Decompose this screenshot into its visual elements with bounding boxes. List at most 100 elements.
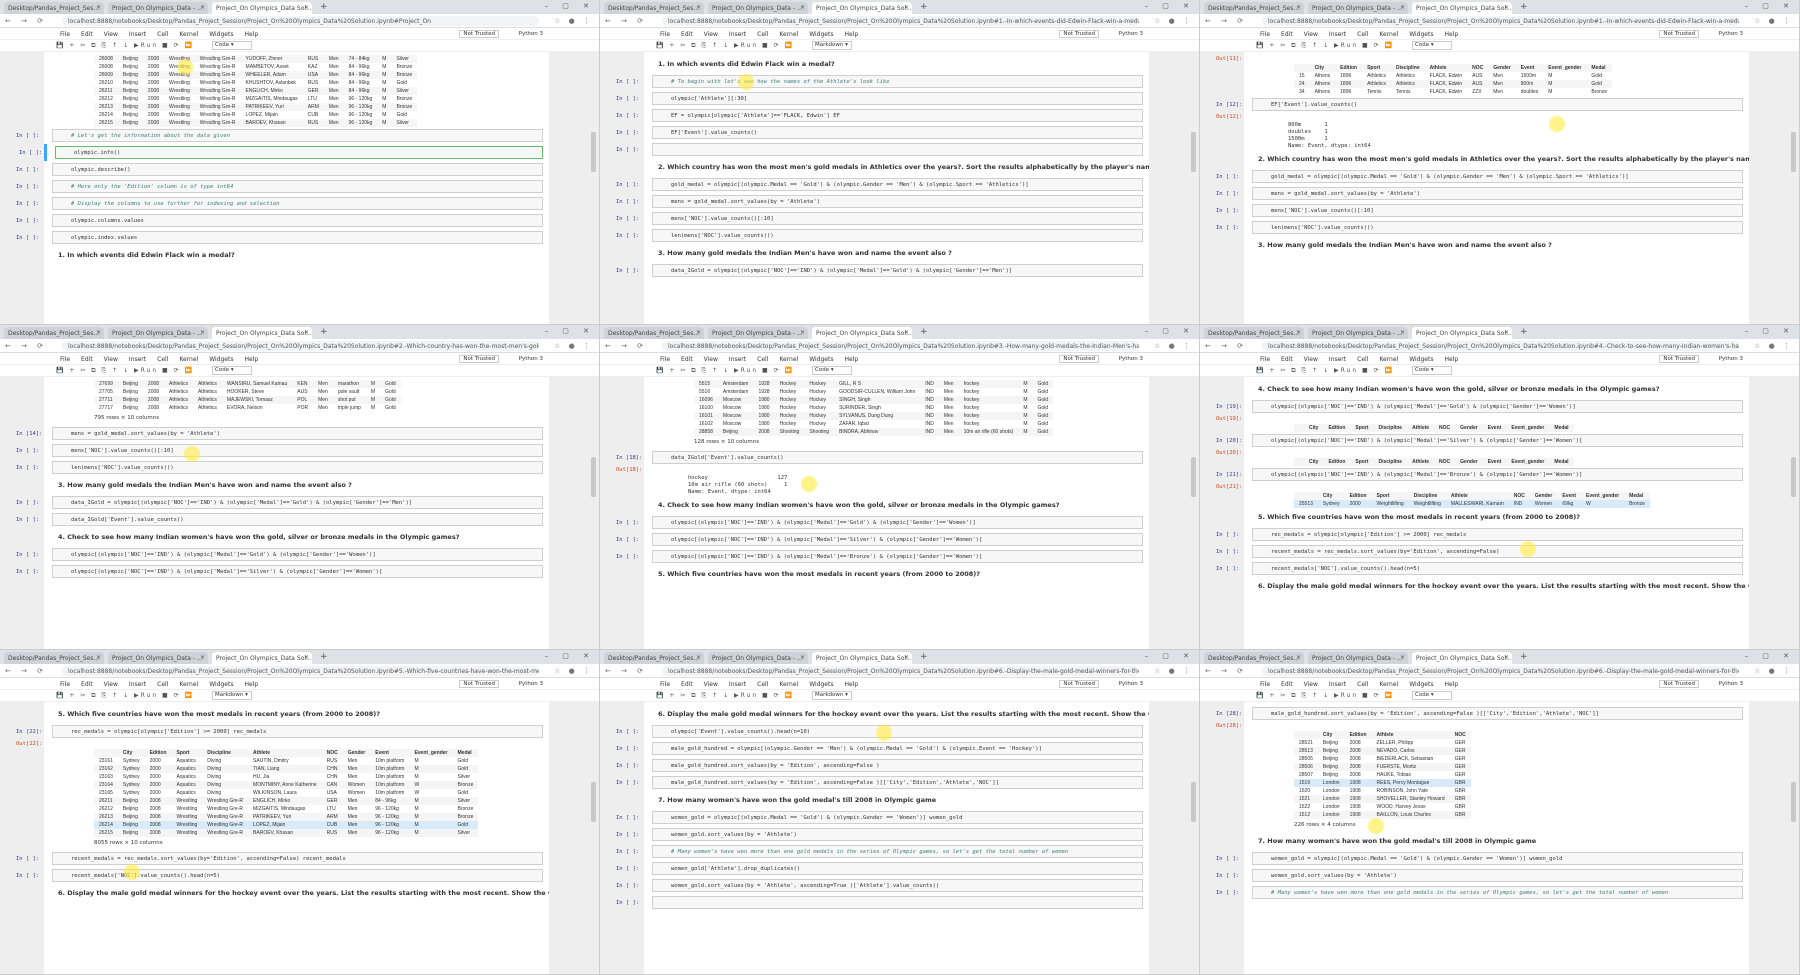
code-cell[interactable]: In [ ]: olympic.describe() — [16, 161, 549, 178]
toolbar-buttons[interactable]: 💾 + ✂ ⧉ ⎘ ↑ ↓ ▶Run ■ ⟳ ⏩ — [656, 367, 794, 375]
code-input[interactable]: # Many women's have won more than one go… — [652, 845, 1143, 858]
menu-item[interactable]: Insert — [729, 31, 746, 38]
menu-item[interactable]: Kernel — [779, 31, 798, 38]
nav-buttons-icon[interactable]: ← → ⟳ — [5, 667, 47, 675]
scrollbar[interactable] — [591, 457, 596, 497]
code-input[interactable]: women_gold.sort_values(by = 'Athlete') — [1252, 869, 1743, 882]
close-icon[interactable]: × — [1504, 329, 1509, 336]
code-input[interactable]: gold_medal = olympic[(olympic.Medal == '… — [652, 178, 1143, 191]
code-cell[interactable]: In [ ]: len(mens['NOC'].value_counts()) — [1216, 219, 1749, 236]
menu-item[interactable]: Help — [1444, 681, 1458, 688]
trusted-badge[interactable]: Not Trusted — [459, 680, 499, 688]
menu-item[interactable]: Edit — [81, 31, 93, 38]
code-cell[interactable]: In [20]: olympic[(olympic['NOC']=='IND') … — [1216, 432, 1749, 449]
menu-item[interactable]: Edit — [81, 356, 93, 363]
close-icon[interactable]: × — [800, 4, 805, 11]
code-cell[interactable]: In [ ]: # Many women's have won more than… — [616, 843, 1149, 860]
new-tab-icon[interactable]: + — [1520, 2, 1528, 12]
new-tab-icon[interactable]: + — [320, 652, 328, 662]
browser-tab[interactable]: Project_On Olympics_Data - ... × — [108, 2, 208, 14]
menu-item[interactable]: View — [104, 31, 118, 38]
menu-item[interactable]: File — [60, 31, 70, 38]
new-tab-icon[interactable]: + — [320, 327, 328, 337]
trusted-badge[interactable]: Not Trusted — [1059, 680, 1099, 688]
browser-tab[interactable]: Project_On Olympics_Data Sol... × — [212, 327, 312, 339]
code-input[interactable]: olympic['Event'].value_counts().head(n=1… — [652, 725, 1143, 738]
code-input[interactable]: recent_medals = rec_medals.sort_values(b… — [52, 852, 543, 865]
extension-icons[interactable]: ☆ ● ⋮ — [1154, 342, 1193, 350]
code-cell[interactable]: In [ ]: male_gold_hundred.sort_values(by … — [616, 757, 1149, 774]
cell-type-select[interactable]: Markdown ▾ — [212, 691, 252, 700]
menu-item[interactable]: File — [1260, 356, 1270, 363]
code-input[interactable]: # To begin with let's see how the names … — [652, 75, 1143, 88]
code-cell[interactable]: In [22]: rec_medals = olympic[olympic['Ed… — [16, 723, 549, 740]
code-cell[interactable]: In [18]: data_IGold['Event'].value_counts… — [616, 449, 1149, 466]
close-icon[interactable]: × — [1296, 654, 1301, 661]
code-input[interactable]: male_gold_hundred = olympic[(olympic.Gen… — [652, 742, 1143, 755]
code-input[interactable]: mens['NOC'].value_counts()[:10] — [652, 212, 1143, 225]
menu-item[interactable]: View — [1304, 31, 1318, 38]
menu-item[interactable]: Help — [844, 31, 858, 38]
toolbar-buttons[interactable]: 💾 + ✂ ⧉ ⎘ ↑ ↓ ▶Run ■ ⟳ ⏩ — [56, 692, 194, 700]
code-input[interactable]: male_gold_hundred.sort_values(by = 'Edit… — [1252, 707, 1743, 720]
code-cell[interactable]: In [ ]: data_IGold = olympic[(olympic['NO… — [16, 494, 549, 511]
scrollbar[interactable] — [591, 132, 596, 172]
code-cell[interactable]: In [ ]: gold_medal = olympic[(olympic.Med… — [1216, 168, 1749, 185]
toolbar-buttons[interactable]: 💾 + ✂ ⧉ ⎘ ↑ ↓ ▶Run ■ ⟳ ⏩ — [1256, 42, 1394, 50]
toolbar-buttons[interactable]: 💾 + ✂ ⧉ ⎘ ↑ ↓ ▶Run ■ ⟳ ⏩ — [1256, 692, 1394, 700]
menu-item[interactable]: Kernel — [1379, 356, 1398, 363]
browser-tab[interactable]: Project_On Olympics_Data Sol... × — [212, 2, 312, 14]
menu-item[interactable]: Cell — [1357, 31, 1368, 38]
menu-item[interactable]: Cell — [757, 681, 768, 688]
code-cell[interactable]: In [ ]: — [616, 894, 1149, 911]
code-input[interactable]: mens = gold_medal.sort_values(by = 'Athl… — [1252, 187, 1743, 200]
extension-icons[interactable]: ☆ ● ⋮ — [1154, 17, 1193, 25]
browser-tab[interactable]: Project_On Olympics_Data - ... × — [1308, 2, 1408, 14]
menu-item[interactable]: Widgets — [1409, 31, 1433, 38]
code-cell[interactable]: In [ ]: olympic.columns.values — [16, 212, 549, 229]
trusted-badge[interactable]: Not Trusted — [459, 30, 499, 38]
menu-item[interactable]: Widgets — [209, 31, 233, 38]
code-input[interactable]: women_gold = olympic[(olympic.Medal == '… — [1252, 852, 1743, 865]
browser-tab[interactable]: Desktop/Pandas_Project_Ses... × — [604, 652, 704, 664]
window-controls[interactable]: – ▢ ✕ — [1745, 327, 1795, 335]
menu-item[interactable]: Widgets — [209, 356, 233, 363]
close-icon[interactable]: × — [1504, 4, 1509, 11]
cell-type-select[interactable]: Markdown ▾ — [812, 41, 852, 50]
code-input[interactable]: data_IGold['Event'].value_counts() — [52, 513, 543, 526]
code-cell[interactable]: In [ ]: data_IGold['Event'].value_counts(… — [16, 511, 549, 528]
code-cell[interactable]: In [14]: mens = gold_medal.sort_values(by… — [16, 425, 549, 442]
code-cell[interactable]: In [ ]: women_gold['Athlete'].drop_duplic… — [616, 860, 1149, 877]
browser-tab[interactable]: Desktop/Pandas_Project_Ses... × — [1204, 2, 1304, 14]
menu-item[interactable]: Help — [844, 356, 858, 363]
menu-item[interactable]: Insert — [129, 31, 146, 38]
menu-item[interactable]: Edit — [681, 356, 693, 363]
code-input[interactable]: olympic.describe() — [52, 163, 543, 176]
menu-item[interactable]: Cell — [1357, 681, 1368, 688]
close-icon[interactable]: × — [904, 654, 909, 661]
code-cell[interactable]: In [21]: olympic[(olympic['NOC']=='IND') … — [1216, 466, 1749, 483]
code-input[interactable]: data_IGold['Event'].value_counts() — [652, 451, 1143, 464]
code-input[interactable]: mens = gold_medal.sort_values(by = 'Athl… — [52, 427, 543, 440]
code-input[interactable]: data_IGold = olympic[(olympic['NOC']=='I… — [652, 264, 1143, 277]
browser-tab[interactable]: Project_On Olympics_Data Sol... × — [1412, 652, 1512, 664]
code-cell[interactable]: In [ ]: recent_medals = rec_medals.sort_v… — [16, 850, 549, 867]
browser-tab[interactable]: Project_On Olympics_Data - ... × — [1308, 652, 1408, 664]
close-icon[interactable]: × — [1400, 654, 1405, 661]
window-controls[interactable]: – ▢ ✕ — [1145, 2, 1195, 10]
code-input[interactable]: male_gold_hundred.sort_values(by = 'Edit… — [652, 776, 1143, 789]
browser-tab[interactable]: Project_On Olympics_Data Sol... × — [212, 652, 312, 664]
menu-item[interactable]: Help — [244, 356, 258, 363]
code-cell[interactable]: In [ ]: mens['NOC'].value_counts()[:10] — [16, 442, 549, 459]
nav-buttons-icon[interactable]: ← → ⟳ — [1205, 17, 1247, 25]
menu-item[interactable]: Kernel — [779, 681, 798, 688]
cell-type-select[interactable]: Code ▾ — [212, 366, 252, 375]
trusted-badge[interactable]: Not Trusted — [1059, 355, 1099, 363]
close-icon[interactable]: × — [1504, 654, 1509, 661]
new-tab-icon[interactable]: + — [1520, 327, 1528, 337]
trusted-badge[interactable]: Not Trusted — [1659, 680, 1699, 688]
url-input[interactable]: localhost:8888/notebooks/Desktop/Pandas_… — [62, 16, 539, 26]
code-cell[interactable]: In [ ]: # To begin with let's see how the… — [616, 73, 1149, 90]
menu-item[interactable]: Cell — [1357, 356, 1368, 363]
menu-item[interactable]: Widgets — [209, 681, 233, 688]
